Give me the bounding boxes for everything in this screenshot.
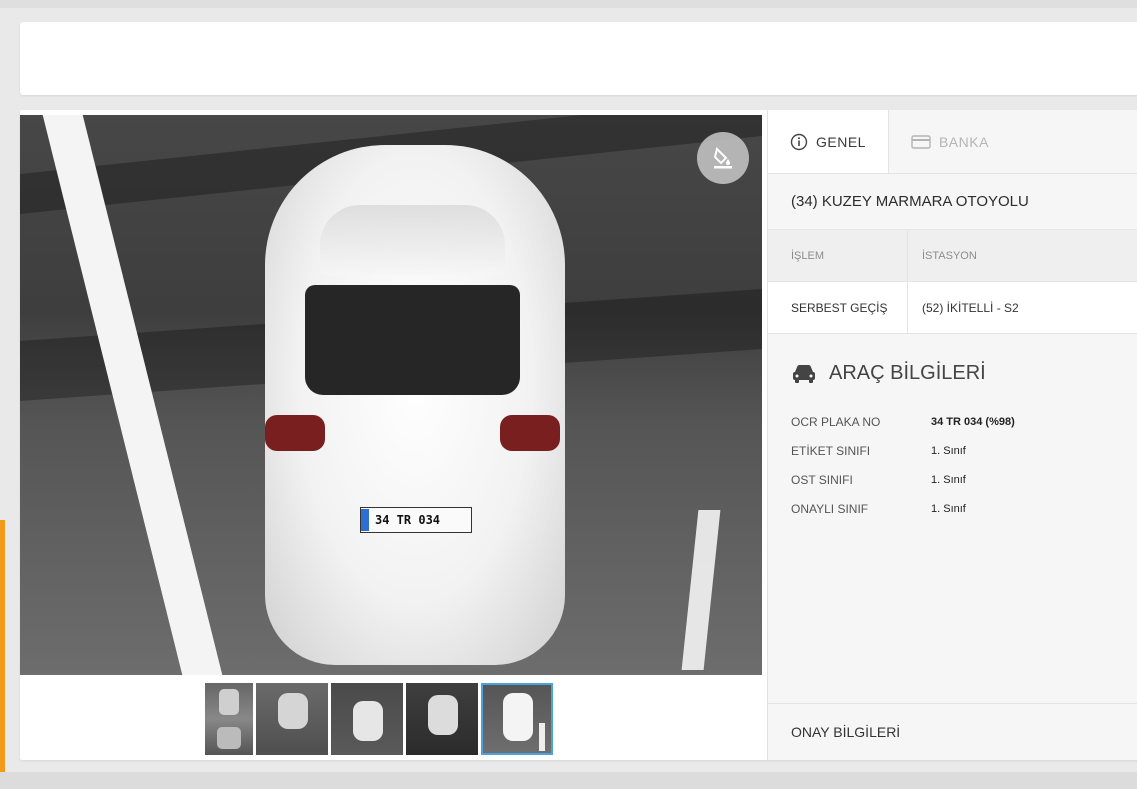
tail-light (500, 415, 560, 451)
tail-light (265, 415, 325, 451)
paint-bucket-button[interactable] (697, 132, 749, 184)
plate-text: 34 TR 034 (375, 513, 441, 527)
info-row: OST SINIFI 1. Sınıf (791, 465, 1137, 494)
approval-section-heading[interactable]: ONAY BİLGİLERİ (768, 703, 1137, 760)
header-card (20, 22, 1137, 95)
field-value: 1. Sınıf (931, 502, 966, 515)
field-label: ETİKET SINIFI (791, 443, 871, 458)
field-value: 1. Sınıf (931, 444, 966, 457)
table-header: İŞLEM İSTASYON (768, 229, 1137, 282)
tab-genel[interactable]: GENEL (768, 110, 889, 173)
accent-bar (0, 520, 5, 780)
thumbnail-selected[interactable] (481, 683, 553, 755)
column-header: İŞLEM (768, 230, 908, 281)
paint-bucket-icon (713, 147, 732, 169)
table-cell: SERBEST GEÇİŞ (768, 282, 908, 333)
vehicle-detail-card: 34 TR 034 GENEL BANKA (34) KUZEY MARMARA… (20, 110, 1137, 760)
thumbnail[interactable] (256, 683, 328, 755)
camera-image: 34 TR 034 (20, 115, 762, 675)
table-cell: (52) İKİTELLİ - S2 (922, 300, 1019, 315)
field-label: OST SINIFI (791, 472, 853, 487)
section-title: ARAÇ BİLGİLERİ (829, 362, 986, 384)
vehicle-info-list: OCR PLAKA NO 34 TR 034 (%98) ETİKET SINI… (768, 385, 1137, 523)
field-value: 34 TR 034 (%98) (931, 415, 1015, 428)
license-plate: 34 TR 034 (360, 507, 472, 533)
thumbnail[interactable] (331, 683, 403, 755)
info-icon (790, 133, 808, 150)
tab-label: GENEL (816, 133, 866, 150)
car-windshield (320, 205, 505, 275)
tab-banka[interactable]: BANKA (889, 110, 1011, 173)
car-rear-window (305, 285, 520, 395)
table-row: SERBEST GEÇİŞ (52) İKİTELLİ - S2 (768, 282, 1137, 334)
field-label: ONAYLI SINIF (791, 501, 869, 516)
thumbnail[interactable] (205, 683, 253, 755)
info-row: OCR PLAKA NO 34 TR 034 (%98) (791, 407, 1137, 436)
highway-title: (34) KUZEY MARMARA OTOYOLU (768, 174, 1137, 229)
vehicle-info-heading: ARAÇ BİLGİLERİ (768, 334, 1137, 385)
top-bar (0, 0, 1137, 8)
field-label: OCR PLAKA NO (791, 414, 881, 429)
car-icon (793, 364, 815, 383)
column-header: İSTASYON (922, 249, 977, 262)
lane-line (681, 510, 721, 670)
info-row: ETİKET SINIFI 1. Sınıf (791, 436, 1137, 465)
bottom-bar (0, 772, 1137, 789)
plate-flag (361, 509, 369, 531)
card-icon (911, 134, 931, 149)
tab-label: BANKA (938, 133, 989, 150)
thumbnail[interactable] (406, 683, 478, 755)
tab-bar: GENEL BANKA (768, 110, 1137, 174)
thumbnail-strip (205, 683, 553, 755)
field-value: 1. Sınıf (931, 473, 966, 486)
info-row: ONAYLI SINIF 1. Sınıf (791, 494, 1137, 523)
details-panel: GENEL BANKA (34) KUZEY MARMARA OTOYOLU İ… (767, 110, 1137, 760)
